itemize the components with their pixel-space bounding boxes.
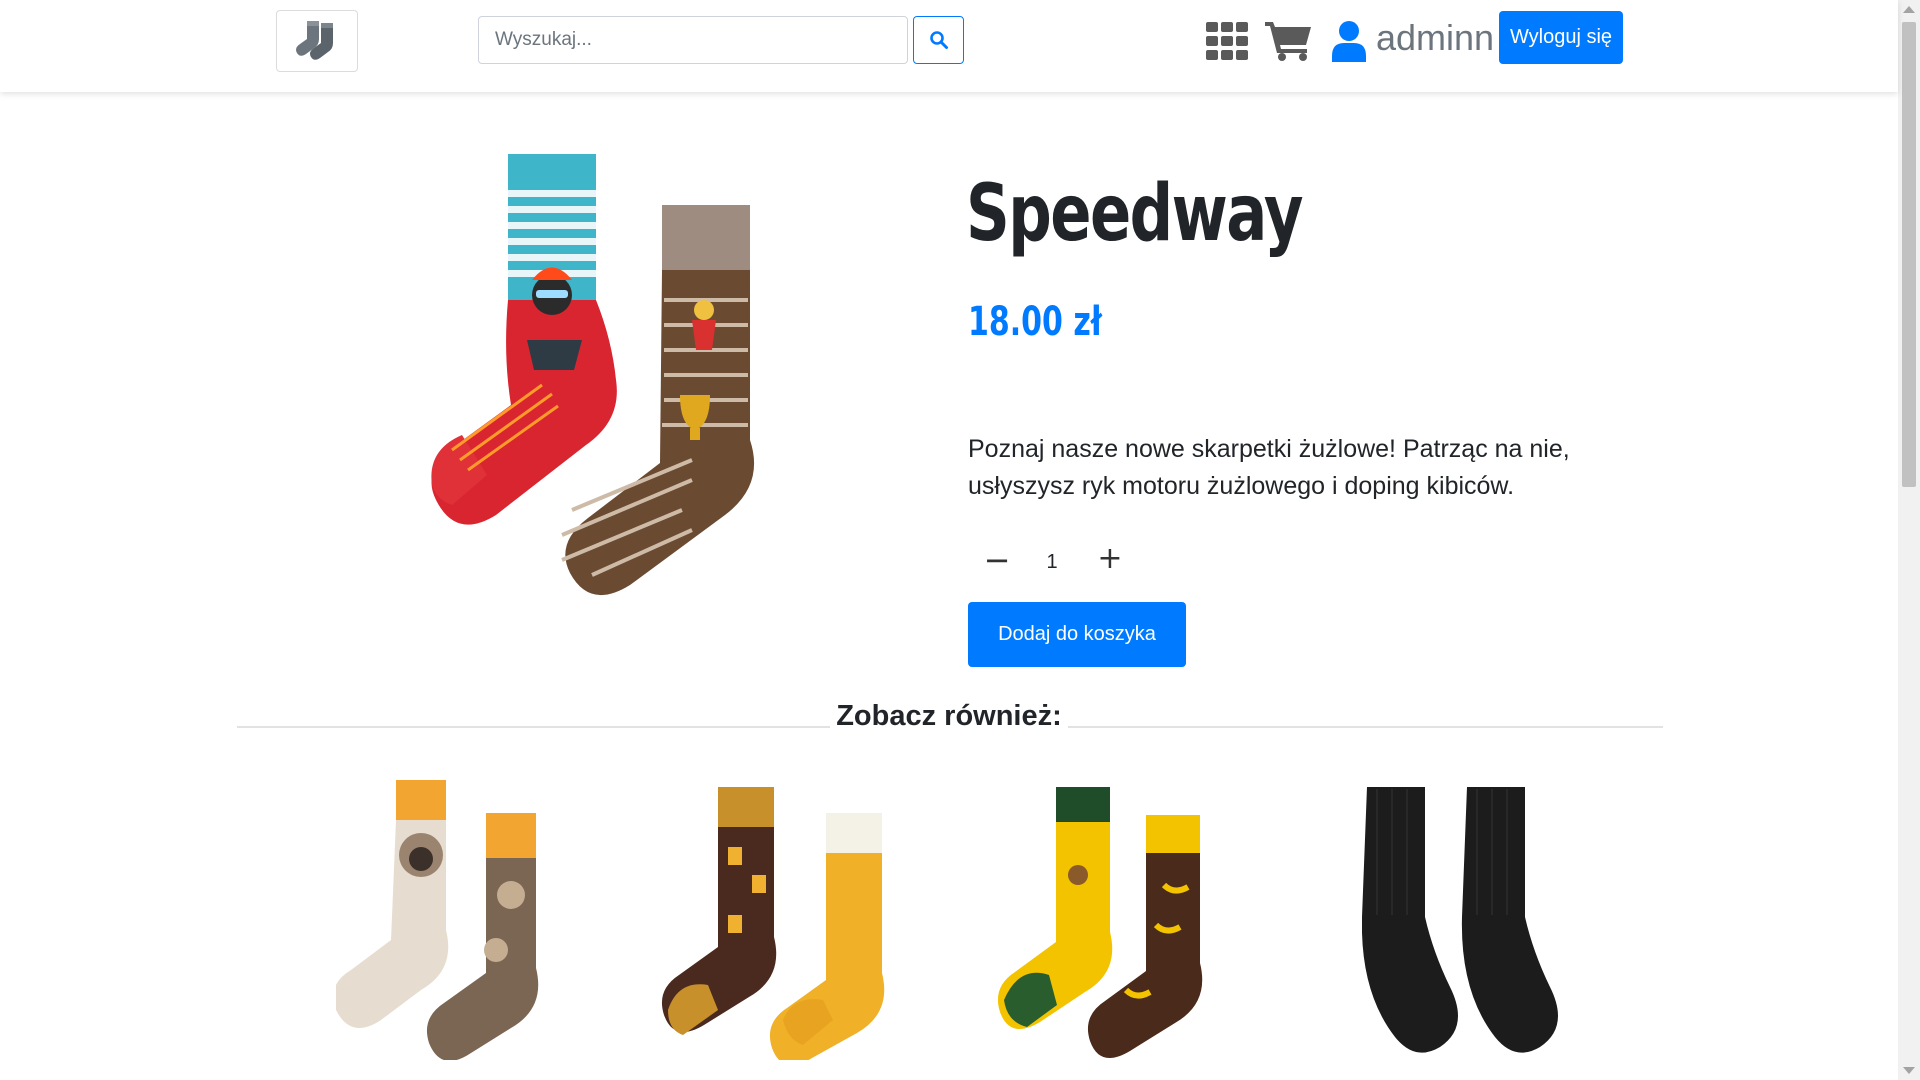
related-product-monkey-banana-socks[interactable] — [996, 775, 1246, 1060]
see-also-heading: Zobacz również: — [0, 700, 1898, 733]
user-icon[interactable] — [1330, 20, 1368, 62]
navbar: adminn Wyloguj się — [0, 0, 1898, 92]
quantity-increase-button[interactable]: + — [1088, 538, 1132, 578]
add-to-cart-button[interactable]: Dodaj do koszyka — [968, 602, 1186, 667]
username-label[interactable]: adminn — [1376, 14, 1494, 62]
scroll-down-arrow-icon[interactable] — [1903, 1067, 1915, 1074]
see-also-title: Zobacz również: — [830, 700, 1068, 732]
search-icon — [929, 31, 948, 49]
logout-button[interactable]: Wyloguj się — [1499, 11, 1623, 64]
socks-icon — [296, 21, 333, 60]
grid-icon[interactable] — [1206, 22, 1248, 60]
left-sock-illustration — [431, 154, 617, 525]
related-product-pug-socks[interactable] — [336, 775, 566, 1060]
page-scrollbar[interactable] — [1898, 0, 1920, 1080]
scroll-up-arrow-icon[interactable] — [1903, 6, 1915, 13]
product-price: 18.00 zł — [968, 299, 1102, 345]
related-product-black-socks[interactable] — [1362, 775, 1602, 1070]
product-description: Poznaj nasze nowe skarpetki żużlowe! Pat… — [968, 435, 1570, 500]
search-button[interactable] — [913, 16, 964, 64]
quantity-input[interactable] — [1028, 545, 1076, 579]
quantity-decrease-button[interactable]: − — [975, 540, 1019, 580]
cart-icon[interactable] — [1265, 19, 1313, 61]
related-product-beer-socks[interactable] — [658, 775, 908, 1060]
product-image — [431, 154, 755, 596]
product-title: Speedway — [966, 169, 1304, 259]
search-input[interactable] — [478, 16, 908, 64]
scroll-thumb[interactable] — [1902, 22, 1916, 487]
home-logo-button[interactable] — [276, 10, 358, 72]
